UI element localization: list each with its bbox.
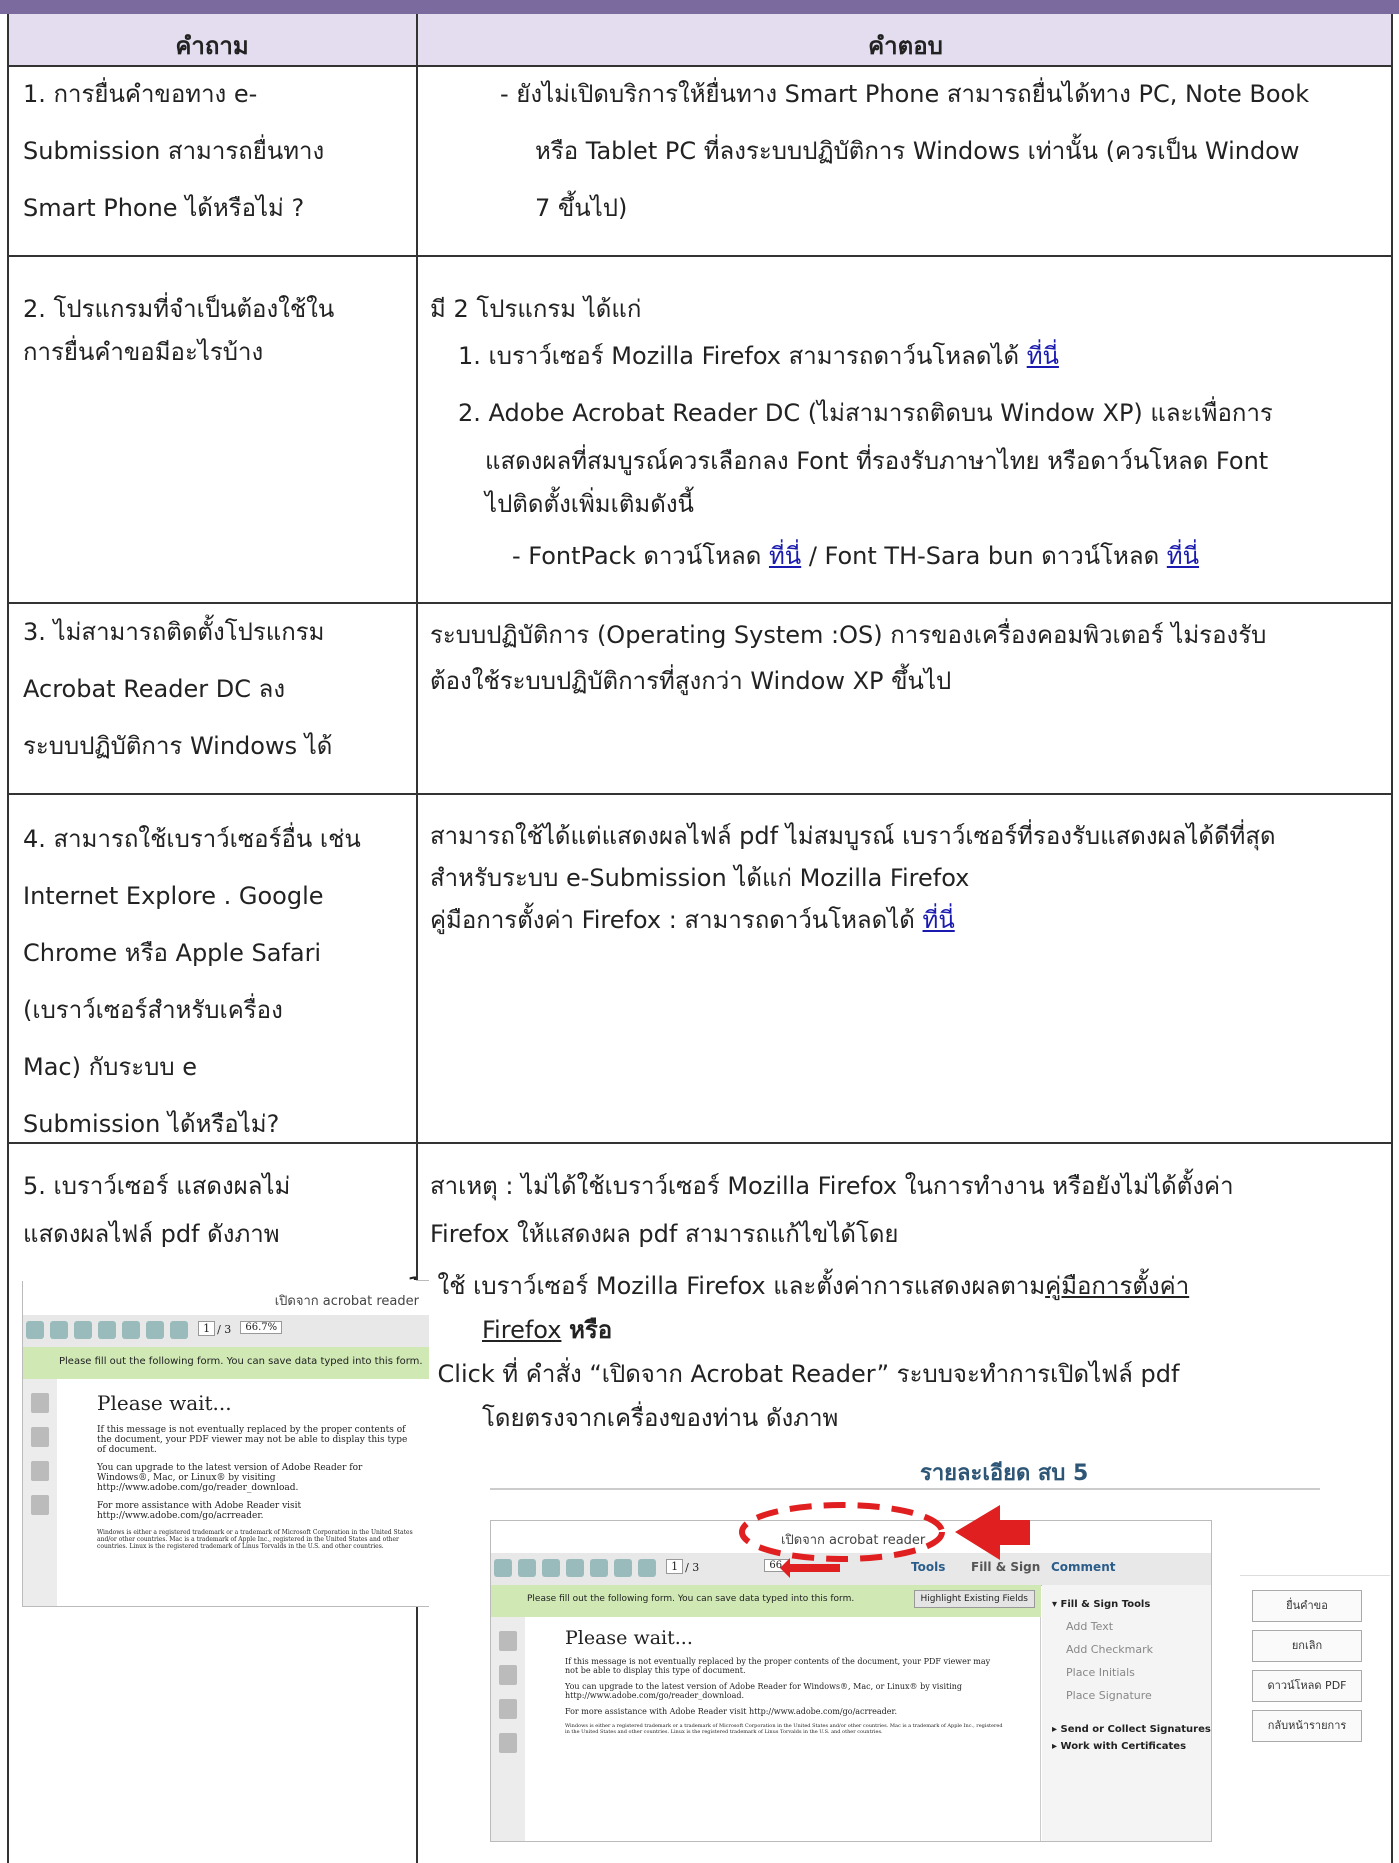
certificates-item[interactable]: ▸ Work with Certificates bbox=[1052, 1741, 1211, 1752]
fontpack-download-link[interactable]: ที่นี่ bbox=[769, 542, 801, 570]
submit-request-button[interactable]: ยื่นคำขอ bbox=[1252, 1590, 1362, 1622]
open-bar: เปิดจาก acrobat reader bbox=[23, 1281, 429, 1316]
row5-answer: สาเหตุ : ไม่ได้ใช้เบราว์เซอร์ Mozilla Fi… bbox=[430, 1172, 1234, 1248]
tool-icon bbox=[566, 1559, 584, 1577]
pages-icon[interactable] bbox=[499, 1631, 517, 1651]
cancel-button[interactable]: ยกเลิก bbox=[1252, 1630, 1362, 1662]
mail-icon bbox=[170, 1321, 188, 1339]
page-total: / 3 bbox=[685, 1561, 700, 1574]
row2-font-line: - FontPack ดาวน์โหลด ที่นี่ / Font TH-Sa… bbox=[512, 542, 1200, 570]
add-checkmark-tool[interactable]: Add Checkmark bbox=[1066, 1643, 1211, 1656]
fill-sign-panel: ▾ Fill & Sign Tools Add Text Add Checkma… bbox=[1042, 1585, 1211, 1841]
grid-line-row3 bbox=[7, 793, 1393, 795]
pdf-page: Please wait... If this message is not ev… bbox=[525, 1617, 1041, 1841]
pdf-toolbar: 1/ 3 66.7% bbox=[23, 1315, 429, 1348]
page-total: / 3 bbox=[217, 1323, 232, 1336]
zoom-level[interactable]: 66.7% bbox=[240, 1321, 283, 1334]
mail-icon bbox=[638, 1559, 656, 1577]
screenshot-pdf-small: เปิดจาก acrobat reader 1/ 3 66.7% Please… bbox=[22, 1280, 429, 1607]
comment-tab[interactable]: Comment bbox=[1051, 1560, 1115, 1574]
place-initials-tool[interactable]: Place Initials bbox=[1066, 1666, 1211, 1679]
place-signature-tool[interactable]: Place Signature bbox=[1066, 1689, 1211, 1702]
row2-item2-rest: แสดงผลที่สมบูรณ์ควรเลือกลง Font ที่รองรั… bbox=[485, 447, 1269, 518]
row5-question: 5. เบราว์เซอร์ แสดงผลไม่ แสดงผลไฟล์ pdf … bbox=[23, 1172, 291, 1248]
row5-step2: 2. Click ที่ คำสั่ง “เปิดจาก Acrobat Rea… bbox=[407, 1360, 1180, 1432]
copy-icon[interactable] bbox=[31, 1427, 49, 1447]
detail-title: รายละเอียด สบ 5 bbox=[920, 1461, 1089, 1486]
copy-icon[interactable] bbox=[499, 1665, 517, 1685]
binoculars-icon[interactable] bbox=[31, 1495, 49, 1515]
form-notice-bar: Please fill out the following form. You … bbox=[491, 1585, 1041, 1618]
page-number[interactable]: 1 bbox=[666, 1559, 684, 1574]
pages-icon[interactable] bbox=[31, 1393, 49, 1413]
row4-question: 4. สามารถใช้เบราว์เซอร์อื่น เช่น Interne… bbox=[23, 825, 361, 1138]
open-bar: เปิดจาก acrobat reader bbox=[491, 1521, 1211, 1554]
pdf-toolbar: 1/ 3 66. Tools Fill & Sign Comment bbox=[491, 1553, 1211, 1586]
row1-question: 1. การยื่นคำขอทาง e- Submission สามารถยื… bbox=[23, 80, 325, 222]
pdf-page: Please wait... If this message is not ev… bbox=[57, 1379, 429, 1606]
send-signatures-item[interactable]: ▸ Send or Collect Signatures bbox=[1052, 1724, 1211, 1735]
tools-tab[interactable]: Tools bbox=[911, 1560, 945, 1574]
shot-top-mask bbox=[22, 1280, 416, 1281]
tool-icon bbox=[26, 1321, 44, 1339]
row3-question: 3. ไม่สามารถติดตั้งโปรแกรม Acrobat Reade… bbox=[23, 618, 333, 760]
download-pdf-button[interactable]: ดาวน์โหลด PDF bbox=[1252, 1670, 1362, 1702]
tool-icon bbox=[518, 1559, 536, 1577]
firefox-download-link[interactable]: ที่นี่ bbox=[1027, 342, 1059, 370]
row5-step1: 1. ใช้ เบราว์เซอร์ Mozilla Firefox และตั… bbox=[407, 1272, 1190, 1300]
header-answer: คำตอบ bbox=[868, 32, 943, 60]
row5-step1-cont: Firefox หรือ bbox=[482, 1316, 613, 1344]
pdf-sidebar bbox=[23, 1379, 58, 1606]
save-icon bbox=[590, 1559, 608, 1577]
open-acrobat-label[interactable]: เปิดจาก acrobat reader bbox=[781, 1529, 925, 1550]
grid-line-right bbox=[1391, 14, 1393, 1863]
tool-icon bbox=[74, 1321, 92, 1339]
firefox-manual-link[interactable]: ที่นี่ bbox=[923, 906, 955, 934]
row1-answer-rest: หรือ Tablet PC ที่ลงระบบปฏิบัติการ Windo… bbox=[535, 137, 1300, 222]
screenshot-pdf-large: เปิดจาก acrobat reader 1/ 3 66. Tools Fi… bbox=[490, 1520, 1212, 1842]
tool-icon bbox=[494, 1559, 512, 1577]
pdf-sidebar bbox=[491, 1617, 526, 1841]
row4-answer: สามารถใช้ได้แต่แสดงผลไฟล์ pdf ไม่สมบูรณ์… bbox=[430, 822, 1276, 934]
back-to-list-button[interactable]: กลับหน้ารายการ bbox=[1252, 1710, 1362, 1742]
button-area-rule bbox=[1240, 1575, 1390, 1576]
attachment-icon[interactable] bbox=[499, 1699, 517, 1719]
page-number[interactable]: 1 bbox=[198, 1321, 216, 1336]
print-icon bbox=[146, 1321, 164, 1339]
zoom-level[interactable]: 66. bbox=[764, 1559, 791, 1572]
highlight-fields-button[interactable]: Highlight Existing Fields bbox=[913, 1590, 1035, 1608]
form-notice-bar: Please fill out the following form. You … bbox=[23, 1347, 429, 1380]
attachment-icon[interactable] bbox=[31, 1461, 49, 1481]
add-text-tool[interactable]: Add Text bbox=[1066, 1620, 1211, 1633]
row2-item2-line1: 2. Adobe Acrobat Reader DC (ไม่สามารถติด… bbox=[458, 399, 1273, 427]
tool-icon bbox=[542, 1559, 560, 1577]
detail-title-rule bbox=[490, 1488, 1320, 1490]
panel-title[interactable]: ▾ Fill & Sign Tools bbox=[1052, 1599, 1211, 1610]
table-top-bar bbox=[0, 0, 1399, 14]
binoculars-icon[interactable] bbox=[499, 1733, 517, 1753]
row2-question: 2. โปรแกรมที่จำเป็นต้องใช้ใน การยื่นคำขอ… bbox=[23, 295, 335, 366]
please-wait-text: Please wait... bbox=[565, 1627, 693, 1649]
row1-answer-line1: - ยังไม่เปิดบริการให้ยื่นทาง Smart Phone… bbox=[500, 80, 1310, 108]
header-question: คำถาม bbox=[175, 32, 249, 60]
tool-icon bbox=[98, 1321, 116, 1339]
grid-line-row1 bbox=[7, 255, 1393, 257]
firefox-settings-manual-link-2[interactable]: Firefox bbox=[482, 1316, 561, 1344]
firefox-settings-manual-link[interactable]: คู่มือการตั้งค่า bbox=[1045, 1272, 1189, 1300]
print-icon bbox=[614, 1559, 632, 1577]
save-icon bbox=[122, 1321, 140, 1339]
tool-icon bbox=[50, 1321, 68, 1339]
row2-intro: มี 2 โปรแกรม ได้แก่ bbox=[430, 295, 642, 323]
fill-sign-tab[interactable]: Fill & Sign bbox=[971, 1560, 1040, 1574]
thsarabun-download-link[interactable]: ที่นี่ bbox=[1167, 542, 1199, 570]
open-acrobat-label[interactable]: เปิดจาก acrobat reader bbox=[275, 1290, 419, 1311]
grid-line-left bbox=[7, 14, 9, 1863]
row3-answer: ระบบปฏิบัติการ (Operating System :OS) กา… bbox=[430, 621, 1267, 695]
row2-item1: 1. เบราว์เซอร์ Mozilla Firefox สามารถดาว… bbox=[458, 342, 1059, 370]
please-wait-text: Please wait... bbox=[97, 1391, 232, 1415]
